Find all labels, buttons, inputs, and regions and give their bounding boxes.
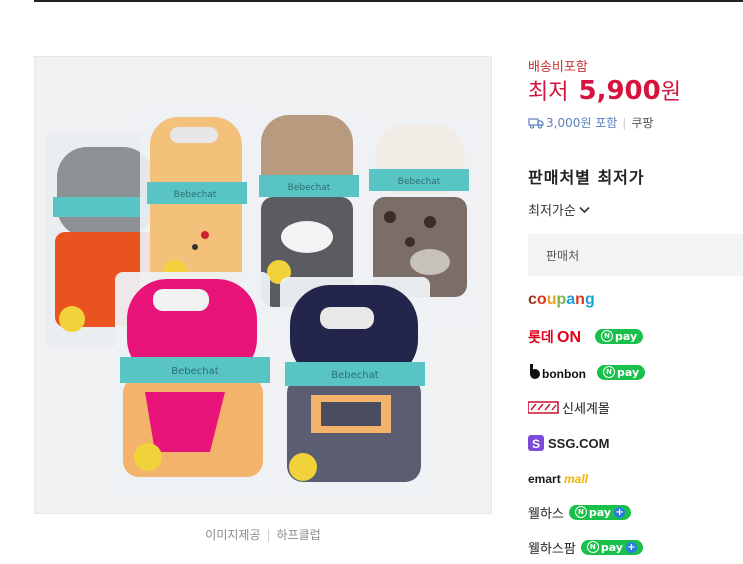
- naver-n-icon: N: [574, 506, 587, 518]
- naver-n-icon: N: [603, 366, 615, 378]
- plus-icon: +: [625, 541, 637, 553]
- svg-text:bonbon: bonbon: [542, 367, 586, 381]
- svg-text:emart: emart: [528, 472, 561, 486]
- tag-text-3: Bebechat: [398, 177, 441, 187]
- ssg-logo: S SSG.COM: [528, 435, 609, 451]
- seller-name: 웰하스팜: [528, 541, 576, 557]
- seller-emartmall[interactable]: emart mall: [528, 467, 598, 489]
- seller-ssg[interactable]: S SSG.COM: [528, 432, 618, 454]
- seller-header-label: 판매처: [546, 248, 580, 263]
- lowest-label: 최저: [528, 80, 569, 105]
- svg-text:mall: mall: [564, 472, 589, 486]
- npay-plus-badge: Npay +: [568, 504, 632, 520]
- npay-badge: Npay: [595, 328, 644, 344]
- sock-navy: Bebechat: [280, 277, 430, 497]
- lotteon-logo: 롯데 ON: [528, 329, 581, 346]
- shipping-fee: 3,000원 포함: [546, 116, 618, 130]
- tag-text-2: Bebechat: [288, 183, 331, 193]
- svg-text:ON: ON: [557, 329, 581, 346]
- socks-illustration: Bebechat Bebechat Bebechat Bebechat Bebe…: [35, 57, 491, 513]
- svg-text:SSG.COM: SSG.COM: [548, 436, 609, 451]
- coupang-logo: coupang: [528, 291, 595, 308]
- caption-separator: |: [266, 528, 271, 542]
- seller-section-title: 판매처별 최저가: [528, 168, 645, 187]
- seller-name: 웰하스: [528, 506, 564, 522]
- sock-pink: Bebechat: [115, 272, 270, 497]
- price-unit: 원: [660, 80, 681, 105]
- seller-lotteon[interactable]: 롯데 ON Npay: [528, 325, 644, 347]
- npay-badge: Npay: [597, 364, 646, 380]
- tag-text-1: Bebechat: [174, 190, 217, 200]
- svg-text:신세계몰: 신세계몰: [562, 402, 610, 417]
- shipping-info: 3,000원 포함 | 쿠팡: [528, 114, 653, 131]
- lowest-store[interactable]: 쿠팡: [631, 114, 653, 131]
- seller-bonbon[interactable]: bonbon Npay: [528, 361, 646, 383]
- shipping-separator: |: [622, 115, 627, 130]
- npay-plus-badge: Npay +: [580, 539, 643, 555]
- svg-text:S: S: [532, 437, 540, 451]
- image-caption: 이미지제공 | 하프클럽: [34, 526, 492, 543]
- seller-wellhaspharm[interactable]: 웰하스팜 Npay +: [528, 536, 643, 558]
- caption-source[interactable]: 하프클럽: [277, 528, 321, 542]
- truck-icon: [528, 117, 544, 129]
- svg-text:coupang: coupang: [528, 291, 595, 308]
- top-divider: [34, 0, 743, 2]
- sort-dropdown[interactable]: 최저가순: [528, 200, 590, 219]
- caption-label: 이미지제공: [205, 528, 261, 542]
- svg-text:롯데: 롯데: [528, 330, 554, 346]
- product-image[interactable]: Bebechat Bebechat Bebechat Bebechat Bebe…: [34, 56, 492, 514]
- shinsegae-logo: 신세계몰: [528, 401, 610, 417]
- seller-wellhas[interactable]: 웰하스 Npay +: [528, 501, 632, 523]
- sort-label: 최저가순: [528, 204, 576, 219]
- price-amount: 5,900: [578, 76, 661, 106]
- shipping-included-label: 배송비포함: [528, 60, 588, 75]
- bonbon-logo: bonbon: [530, 364, 586, 381]
- tag-text-5: Bebechat: [331, 370, 378, 381]
- tag-text-4: Bebechat: [171, 366, 218, 377]
- naver-n-icon: N: [601, 330, 613, 342]
- chevron-down-icon: [579, 206, 590, 213]
- plus-icon: +: [614, 506, 626, 518]
- seller-shinsegae[interactable]: 신세계몰: [528, 397, 623, 419]
- emartmall-logo: emart mall: [528, 472, 589, 486]
- seller-header: 판매처: [528, 234, 743, 276]
- lowest-price: 최저 5,900원: [528, 74, 681, 106]
- naver-n-icon: N: [586, 541, 599, 553]
- seller-coupang[interactable]: coupang: [528, 288, 603, 310]
